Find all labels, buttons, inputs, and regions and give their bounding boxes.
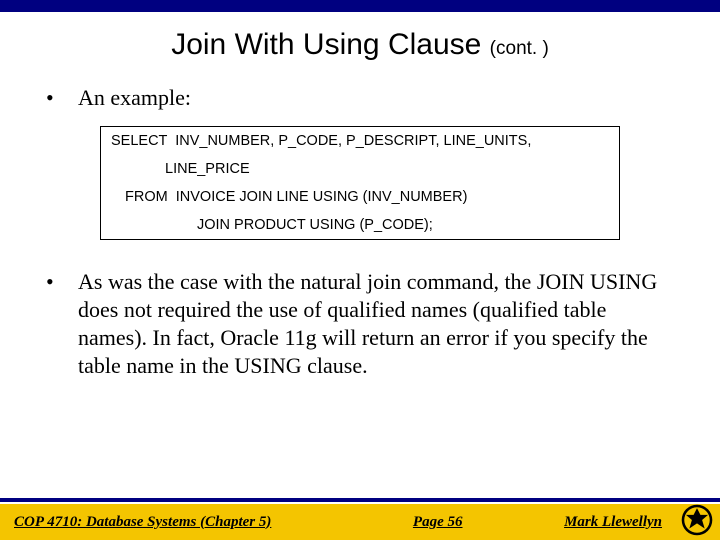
sql-line: FROM INVOICE JOIN LINE USING (INV_NUMBER… — [101, 183, 619, 211]
sql-line: JOIN PRODUCT USING (P_CODE); — [101, 211, 619, 239]
footer-bar: COP 4710: Database Systems (Chapter 5) P… — [0, 504, 720, 540]
bullet-text: As was the case with the natural join co… — [78, 268, 680, 380]
bullet-text: An example: — [78, 84, 680, 112]
bullet-item: • As was the case with the natural join … — [40, 268, 680, 380]
bullet-marker: • — [40, 268, 78, 380]
footer-course: COP 4710: Database Systems (Chapter 5) — [14, 514, 271, 531]
footer-author: Mark Llewellyn — [564, 514, 662, 531]
bullet-marker: • — [40, 84, 78, 112]
spacer — [40, 240, 680, 268]
sql-line: SELECT INV_NUMBER, P_CODE, P_DESCRIPT, L… — [101, 127, 619, 155]
slide-body: Join With Using Clause (cont. ) • An exa… — [0, 12, 720, 380]
footer-page: Page 56 — [271, 514, 564, 531]
sql-code-box: SELECT INV_NUMBER, P_CODE, P_DESCRIPT, L… — [100, 126, 620, 240]
title-cont: (cont. ) — [490, 38, 549, 59]
ucf-logo-icon — [680, 503, 714, 537]
slide-title: Join With Using Clause (cont. ) — [40, 28, 680, 62]
footer-accent-line — [0, 498, 720, 502]
top-accent-bar — [0, 0, 720, 12]
bullet-item: • An example: — [40, 84, 680, 112]
title-main: Join With Using Clause — [171, 28, 489, 61]
sql-line: LINE_PRICE — [101, 155, 619, 183]
